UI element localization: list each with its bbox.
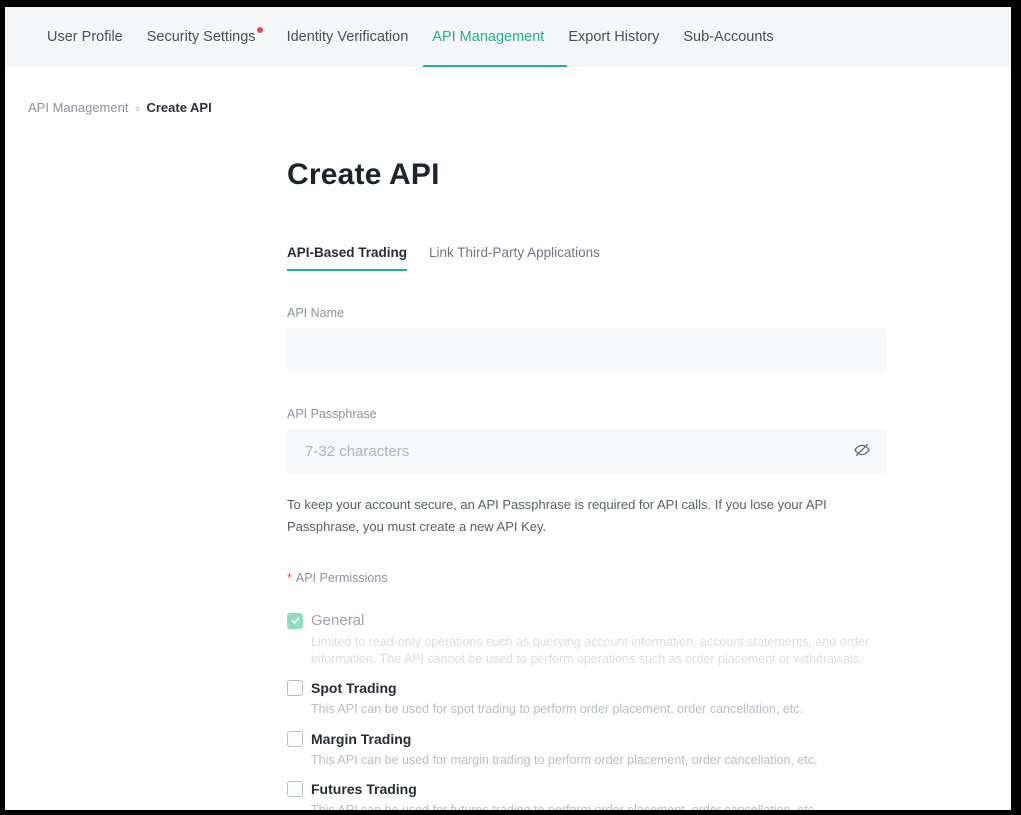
breadcrumb-parent-link[interactable]: API Management [28, 100, 128, 115]
api-name-field-group: API Name [287, 306, 887, 372]
spot-trading-checkbox[interactable] [287, 680, 303, 696]
tab-api-based-trading[interactable]: API-Based Trading [287, 245, 407, 271]
permission-description: Limited to read-only operations such as … [311, 634, 887, 667]
nav-tab-user-profile[interactable]: User Profile [38, 7, 132, 67]
nav-tab-api-management[interactable]: API Management [423, 7, 553, 67]
permissions-list: General Limited to read-only operations … [287, 612, 887, 810]
nav-tab-label: Security Settings [147, 29, 256, 45]
nav-tab-identity-verification[interactable]: Identity Verification [278, 7, 418, 67]
check-icon [290, 615, 301, 626]
nav-tab-label: Sub-Accounts [683, 29, 773, 45]
api-passphrase-input[interactable] [287, 429, 887, 473]
nav-tab-label: Export History [568, 29, 659, 45]
required-marker: * [287, 571, 292, 585]
api-passphrase-label: API Passphrase [287, 407, 887, 421]
breadcrumb-current: Create API [146, 100, 211, 115]
eye-off-icon [852, 440, 872, 463]
alert-dot-icon [257, 27, 263, 33]
top-navigation: User Profile Security Settings Identity … [5, 7, 1011, 67]
permission-name: Margin Trading [311, 731, 411, 747]
nav-tab-sub-accounts[interactable]: Sub-Accounts [674, 7, 782, 67]
permission-item-spot-trading: Spot Trading This API can be used for sp… [287, 680, 887, 718]
general-checkbox [287, 613, 303, 629]
margin-trading-checkbox[interactable] [287, 731, 303, 747]
permission-item-general: General Limited to read-only operations … [287, 612, 887, 667]
form-tabs: API-Based Trading Link Third-Party Appli… [287, 245, 887, 271]
tab-link-third-party-applications[interactable]: Link Third-Party Applications [429, 245, 600, 271]
nav-tab-security-settings[interactable]: Security Settings [138, 7, 272, 67]
nav-tab-label: API Management [432, 29, 544, 45]
nav-tab-label: Identity Verification [287, 29, 409, 45]
api-name-input[interactable] [287, 328, 887, 372]
create-api-form: Create API API-Based Trading Link Third-… [287, 158, 887, 810]
account-settings-page: User Profile Security Settings Identity … [5, 7, 1011, 810]
permission-description: This API can be used for spot trading to… [311, 701, 887, 718]
permission-description: This API can be used for futures trading… [311, 802, 887, 810]
passphrase-note: To keep your account secure, an API Pass… [287, 494, 887, 538]
permission-item-futures-trading: Futures Trading This API can be used for… [287, 781, 887, 810]
api-passphrase-field-group: API Passphrase [287, 407, 887, 473]
api-permissions-section-label: * API Permissions [287, 571, 887, 585]
permission-description: This API can be used for margin trading … [311, 752, 887, 769]
breadcrumb: API Management › Create API [5, 67, 1011, 115]
page-title: Create API [287, 158, 887, 192]
permission-name: Futures Trading [311, 781, 417, 797]
permission-name: Spot Trading [311, 680, 397, 696]
api-name-label: API Name [287, 306, 887, 320]
breadcrumb-separator-icon: › [135, 101, 139, 115]
futures-trading-checkbox[interactable] [287, 781, 303, 797]
nav-tab-label: User Profile [47, 29, 123, 45]
toggle-passphrase-visibility-button[interactable] [851, 440, 873, 462]
permission-item-margin-trading: Margin Trading This API can be used for … [287, 731, 887, 769]
api-permissions-label-text: API Permissions [296, 571, 388, 585]
nav-tab-export-history[interactable]: Export History [559, 7, 668, 67]
permission-name: General [311, 612, 364, 629]
